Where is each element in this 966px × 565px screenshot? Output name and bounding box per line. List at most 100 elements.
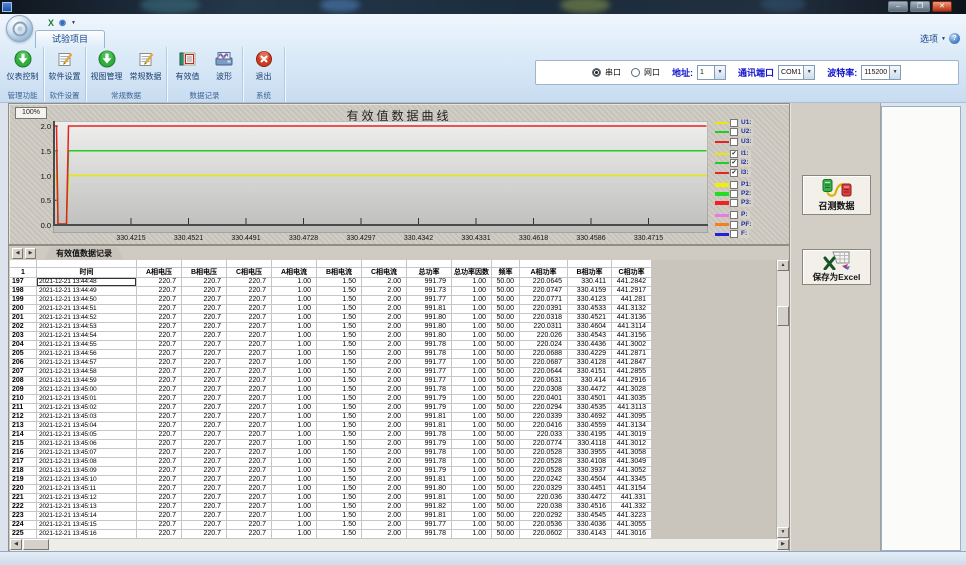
dropdown-arrow-icon[interactable]: ▼: [803, 66, 814, 79]
regular-data-button[interactable]: 常规数据: [126, 49, 165, 82]
data-grid[interactable]: 1时间A相电压B相电压C相电压A相电流B相电流C相电流总功率总功率因数频率A相功…: [10, 260, 776, 539]
ribbon-options[interactable]: 选项 ▼ ?: [920, 32, 960, 45]
table-row[interactable]: 2012021-12-21 13:44:52220.7220.7220.71.0…: [10, 314, 652, 323]
legend-checkbox[interactable]: [730, 221, 738, 229]
network-radio[interactable]: [631, 68, 640, 77]
view-management-button[interactable]: 视图管理: [87, 49, 126, 82]
table-row[interactable]: 2182021-12-21 13:45:09220.7220.7220.71.0…: [10, 467, 652, 476]
tab-test-project[interactable]: 试验项目: [35, 30, 105, 48]
column-header[interactable]: C相电压: [227, 268, 272, 278]
close-button[interactable]: ✕: [932, 1, 952, 12]
table-row[interactable]: 2122021-12-21 13:45:03220.7220.7220.71.0…: [10, 413, 652, 422]
legend-checkbox[interactable]: [730, 230, 738, 238]
tab-next-icon[interactable]: ▶: [25, 248, 36, 259]
column-header[interactable]: 1: [10, 268, 37, 278]
column-header[interactable]: 频率: [492, 268, 520, 278]
table-row[interactable]: 2092021-12-21 13:45:00220.7220.7220.71.0…: [10, 386, 652, 395]
rms-value-button[interactable]: 有效值: [168, 49, 207, 82]
address-select[interactable]: 1 ▼: [697, 65, 726, 80]
legend-checkbox[interactable]: [730, 181, 738, 189]
qat-caret-icon[interactable]: ▼: [71, 20, 76, 26]
application-orb-button[interactable]: [6, 15, 33, 42]
table-row[interactable]: 2142021-12-21 13:45:05220.7220.7220.71.0…: [10, 431, 652, 440]
scroll-up-icon[interactable]: ▲: [777, 260, 789, 271]
software-settings-button[interactable]: 软件设置: [45, 49, 84, 82]
app-quick-icon[interactable]: ◉: [59, 18, 66, 28]
legend-checkbox[interactable]: [730, 128, 738, 136]
legend-checkbox[interactable]: [730, 119, 738, 127]
legend-checkbox[interactable]: [730, 138, 738, 146]
table-row[interactable]: 2062021-12-21 13:44:57220.7220.7220.71.0…: [10, 359, 652, 368]
table-row[interactable]: 2252021-12-21 13:45:16220.7220.7220.71.0…: [10, 530, 652, 539]
table-row[interactable]: 2032021-12-21 13:44:54220.7220.7220.71.0…: [10, 332, 652, 341]
column-header[interactable]: A相电压: [137, 268, 182, 278]
help-icon[interactable]: ?: [949, 33, 960, 44]
tab-rms-data-record[interactable]: 有效值数据记录: [44, 247, 124, 260]
table-row[interactable]: 1972021-12-21 13:44:48220.7220.7220.71.0…: [10, 278, 652, 287]
dropdown-arrow-icon[interactable]: ▼: [714, 66, 725, 79]
vscroll-thumb[interactable]: [777, 306, 789, 326]
table-row[interactable]: 2042021-12-21 13:44:55220.7220.7220.71.0…: [10, 341, 652, 350]
hscroll-thumb[interactable]: [23, 539, 49, 550]
column-header[interactable]: A相电流: [272, 268, 317, 278]
scroll-left-icon[interactable]: ◀: [10, 539, 22, 550]
column-header[interactable]: B相电流: [317, 268, 362, 278]
scroll-right-icon[interactable]: ▶: [777, 539, 789, 550]
legend-checkbox[interactable]: ✔: [730, 150, 738, 158]
table-row[interactable]: 2162021-12-21 13:45:07220.7220.7220.71.0…: [10, 449, 652, 458]
column-header[interactable]: C相功率: [612, 268, 652, 278]
table-row[interactable]: 1982021-12-21 13:44:49220.7220.7220.71.0…: [10, 287, 652, 296]
baud-select[interactable]: 115200 ▼: [861, 65, 901, 80]
dropdown-arrow-icon[interactable]: ▼: [889, 66, 900, 79]
column-header[interactable]: 时间: [37, 268, 137, 278]
legend-checkbox[interactable]: [730, 199, 738, 207]
table-row[interactable]: 2192021-12-21 13:45:10220.7220.7220.71.0…: [10, 476, 652, 485]
column-header[interactable]: 总功率: [407, 268, 452, 278]
legend-checkbox[interactable]: ✔: [730, 169, 738, 177]
table-row[interactable]: 2002021-12-21 13:44:51220.7220.7220.71.0…: [10, 305, 652, 314]
table-row[interactable]: 2132021-12-21 13:45:04220.7220.7220.71.0…: [10, 422, 652, 431]
table-cell: 330.4128: [568, 359, 612, 368]
legend-checkbox[interactable]: ✔: [730, 159, 738, 167]
table-row[interactable]: 2112021-12-21 13:45:02220.7220.7220.71.0…: [10, 404, 652, 413]
serial-radio[interactable]: [592, 68, 601, 77]
legend-checkbox[interactable]: [730, 190, 738, 198]
table-row[interactable]: 2222021-12-21 13:45:13220.7220.7220.71.0…: [10, 503, 652, 512]
column-header[interactable]: B相功率: [568, 268, 612, 278]
column-header[interactable]: B相电压: [182, 268, 227, 278]
table-cell: 1.50: [317, 377, 362, 386]
column-header[interactable]: 总功率因数: [452, 268, 492, 278]
table-row[interactable]: 2022021-12-21 13:44:53220.7220.7220.71.0…: [10, 323, 652, 332]
horizontal-scrollbar[interactable]: ◀ ▶: [10, 539, 789, 551]
minimize-button[interactable]: –: [888, 1, 908, 12]
table-row[interactable]: 2082021-12-21 13:44:59220.7220.7220.71.0…: [10, 377, 652, 386]
table-row[interactable]: 2232021-12-21 13:45:14220.7220.7220.71.0…: [10, 512, 652, 521]
legend-checkbox[interactable]: [730, 211, 738, 219]
table-row[interactable]: 2072021-12-21 13:44:58220.7220.7220.71.0…: [10, 368, 652, 377]
tab-prev-icon[interactable]: ◀: [12, 248, 23, 259]
column-header[interactable]: A相功率: [520, 268, 568, 278]
table-row[interactable]: 2052021-12-21 13:44:56220.7220.7220.71.0…: [10, 350, 652, 359]
table-row[interactable]: 2242021-12-21 13:45:15220.7220.7220.71.0…: [10, 521, 652, 530]
vertical-scrollbar[interactable]: ▲ ▼: [776, 260, 789, 539]
maximize-button[interactable]: ❐: [910, 1, 930, 12]
table-row[interactable]: 2152021-12-21 13:45:06220.7220.7220.71.0…: [10, 440, 652, 449]
chart-plot-area[interactable]: [53, 121, 708, 233]
save-excel-button[interactable]: 保存为Excel: [802, 249, 871, 285]
exit-button[interactable]: 退出: [244, 49, 283, 82]
options-label[interactable]: 选项: [920, 32, 938, 45]
table-row[interactable]: 2172021-12-21 13:45:08220.7220.7220.71.0…: [10, 458, 652, 467]
column-header[interactable]: C相电流: [362, 268, 407, 278]
scroll-down-icon[interactable]: ▼: [777, 527, 789, 538]
fetch-data-button[interactable]: 召测数据: [802, 175, 871, 215]
table-row[interactable]: 2202021-12-21 13:45:11220.7220.7220.71.0…: [10, 485, 652, 494]
instrument-control-button[interactable]: 仪表控制: [3, 49, 42, 82]
table-row[interactable]: 2102021-12-21 13:45:01220.7220.7220.71.0…: [10, 395, 652, 404]
chart-zoom-level[interactable]: 100%: [15, 107, 47, 119]
waveform-button[interactable]: 波形: [207, 49, 241, 82]
table-row[interactable]: 1992021-12-21 13:44:50220.7220.7220.71.0…: [10, 296, 652, 305]
legend-entry-p1: P1:: [715, 181, 789, 189]
table-row[interactable]: 2212021-12-21 13:45:12220.7220.7220.71.0…: [10, 494, 652, 503]
port-select[interactable]: COM1 ▼: [778, 65, 815, 80]
excel-quick-icon[interactable]: X: [48, 18, 54, 28]
